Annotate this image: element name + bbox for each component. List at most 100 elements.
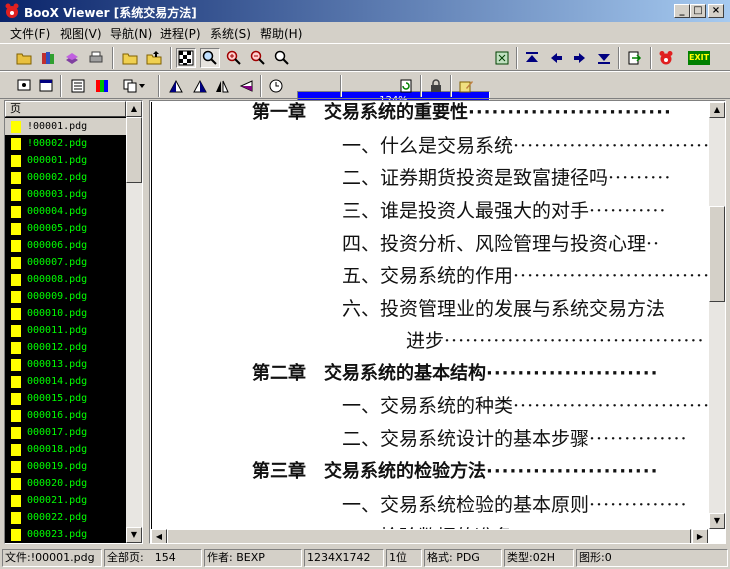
copy-dropdown-button[interactable] — [118, 76, 150, 96]
open-book-button[interactable] — [38, 48, 58, 68]
fit-page-button[interactable] — [176, 48, 196, 68]
file-list-item[interactable]: 000015.pdg — [5, 390, 126, 407]
minimize-button[interactable]: _ — [674, 4, 690, 18]
file-list-item[interactable]: 000022.pdg — [5, 509, 126, 526]
document-vscrollbar[interactable]: ▲ ▼ — [709, 102, 725, 529]
lock-button[interactable] — [426, 76, 446, 96]
toc-leader-dots: ·············· — [589, 428, 688, 450]
zoom-select-button[interactable] — [272, 48, 292, 68]
list-view-button[interactable] — [68, 76, 88, 96]
exit-button[interactable]: EXIT — [686, 48, 712, 68]
file-list-item[interactable]: 000012.pdg — [5, 339, 126, 356]
file-list-item[interactable]: 000001.pdg — [5, 152, 126, 169]
single-page-button[interactable] — [14, 76, 34, 96]
menu-navigate[interactable]: 导航(N) — [110, 25, 152, 42]
document-hscrollbar[interactable]: ◀ ▶ — [151, 529, 708, 543]
flip-icon — [216, 80, 229, 93]
file-name: 000003.pdg — [27, 189, 88, 200]
menu-process[interactable]: 进程(P) — [160, 25, 201, 42]
window-mode-button[interactable] — [36, 76, 56, 96]
doc-scroll-thumb[interactable] — [709, 206, 725, 302]
file-name: 000021.pdg — [27, 495, 88, 506]
file-list-item[interactable]: 000020.pdg — [5, 475, 126, 492]
toc-text: 四、投资分析、风险管理与投资心理 — [342, 233, 647, 255]
file-list-item[interactable]: 000021.pdg — [5, 492, 126, 509]
rotate-right-icon — [193, 79, 207, 93]
palette-icon — [96, 80, 108, 92]
zoom-out-button[interactable] — [248, 48, 268, 68]
zoom-button[interactable] — [200, 48, 220, 68]
last-page-button[interactable] — [594, 48, 614, 68]
library-button[interactable] — [62, 48, 82, 68]
scroll-down-button[interactable]: ▼ — [126, 527, 142, 543]
file-list-item[interactable]: 000018.pdg — [5, 441, 126, 458]
doc-hscroll-thumb[interactable] — [167, 529, 691, 543]
about-button[interactable] — [656, 48, 676, 68]
refresh-button[interactable] — [396, 76, 416, 96]
folder-up-button[interactable] — [144, 48, 164, 68]
rotate-left-button[interactable] — [166, 76, 186, 96]
file-list-item[interactable]: 000005.pdg — [5, 220, 126, 237]
annotate-button[interactable] — [456, 76, 476, 96]
file-icon — [11, 495, 21, 507]
file-list-item[interactable]: 000004.pdg — [5, 203, 126, 220]
file-list-scrollbar[interactable]: ▲ ▼ — [126, 101, 142, 543]
menu-help[interactable]: 帮助(H) — [260, 25, 302, 42]
prev-page-button[interactable] — [546, 48, 566, 68]
mirror-icon — [239, 80, 253, 92]
doc-scroll-down-button[interactable]: ▼ — [709, 513, 725, 529]
file-list-item[interactable]: 000008.pdg — [5, 271, 126, 288]
first-page-button[interactable] — [522, 48, 542, 68]
first-page-icon — [526, 52, 538, 62]
flip-button[interactable] — [212, 76, 232, 96]
file-icon — [11, 376, 21, 388]
color-palette-button[interactable] — [92, 76, 112, 96]
menu-file[interactable]: 文件(F) — [10, 25, 50, 42]
timer-button[interactable] — [266, 76, 286, 96]
menu-system[interactable]: 系统(S) — [210, 25, 251, 42]
menu-view[interactable]: 视图(V) — [60, 25, 102, 42]
file-list-item[interactable]: 000009.pdg — [5, 288, 126, 305]
toc-leader-dots: ··········· — [589, 200, 667, 222]
file-name: 000008.pdg — [27, 274, 88, 285]
rotate-right-button[interactable] — [190, 76, 210, 96]
status-format: 格式: PDG — [424, 549, 502, 567]
fullscreen-button[interactable] — [492, 48, 512, 68]
page-list-header[interactable]: 页 — [5, 101, 126, 117]
folder-button[interactable] — [120, 48, 140, 68]
scroll-up-button[interactable]: ▲ — [126, 101, 142, 117]
mirror-button[interactable] — [236, 76, 256, 96]
window-title: BooX Viewer [系统交易方法] — [24, 6, 197, 20]
file-list-item[interactable]: 000011.pdg — [5, 322, 126, 339]
document-view[interactable]: 第一章 交易系统的重要性·························· 一、… — [149, 100, 726, 544]
file-list-item[interactable]: 000003.pdg — [5, 186, 126, 203]
file-icon — [11, 512, 21, 524]
close-button[interactable]: × — [708, 4, 724, 18]
file-list-item[interactable]: 000017.pdg — [5, 424, 126, 441]
toc-leader-dots: ·························· — [468, 102, 672, 123]
file-name: 000011.pdg — [27, 325, 88, 336]
print-button[interactable] — [86, 48, 106, 68]
next-page-button[interactable] — [570, 48, 590, 68]
maximize-button[interactable]: □ — [690, 4, 706, 18]
zoom-in-button[interactable] — [224, 48, 244, 68]
file-list-item[interactable]: 000013.pdg — [5, 356, 126, 373]
doc-scroll-right-button[interactable]: ▶ — [692, 529, 708, 543]
file-list-item[interactable]: 000019.pdg — [5, 458, 126, 475]
file-list-item[interactable]: !00002.pdg — [5, 135, 126, 152]
file-list-item[interactable]: 000006.pdg — [5, 237, 126, 254]
file-list-item[interactable]: 000007.pdg — [5, 254, 126, 271]
file-list-item[interactable]: !00001.pdg — [5, 118, 126, 135]
scroll-thumb[interactable] — [126, 117, 142, 183]
doc-scroll-up-button[interactable]: ▲ — [709, 102, 725, 118]
export-button[interactable] — [624, 48, 644, 68]
file-list-item[interactable]: 000002.pdg — [5, 169, 126, 186]
file-icon — [11, 325, 21, 337]
file-list-item[interactable]: 000014.pdg — [5, 373, 126, 390]
open-folder-button[interactable] — [14, 48, 34, 68]
file-list-item[interactable]: 000010.pdg — [5, 305, 126, 322]
file-list-item[interactable]: 000016.pdg — [5, 407, 126, 424]
toc-leader-dots: ···························· — [513, 265, 708, 287]
doc-scroll-left-button[interactable]: ◀ — [151, 529, 167, 543]
file-list-item[interactable]: 000023.pdg — [5, 526, 126, 543]
